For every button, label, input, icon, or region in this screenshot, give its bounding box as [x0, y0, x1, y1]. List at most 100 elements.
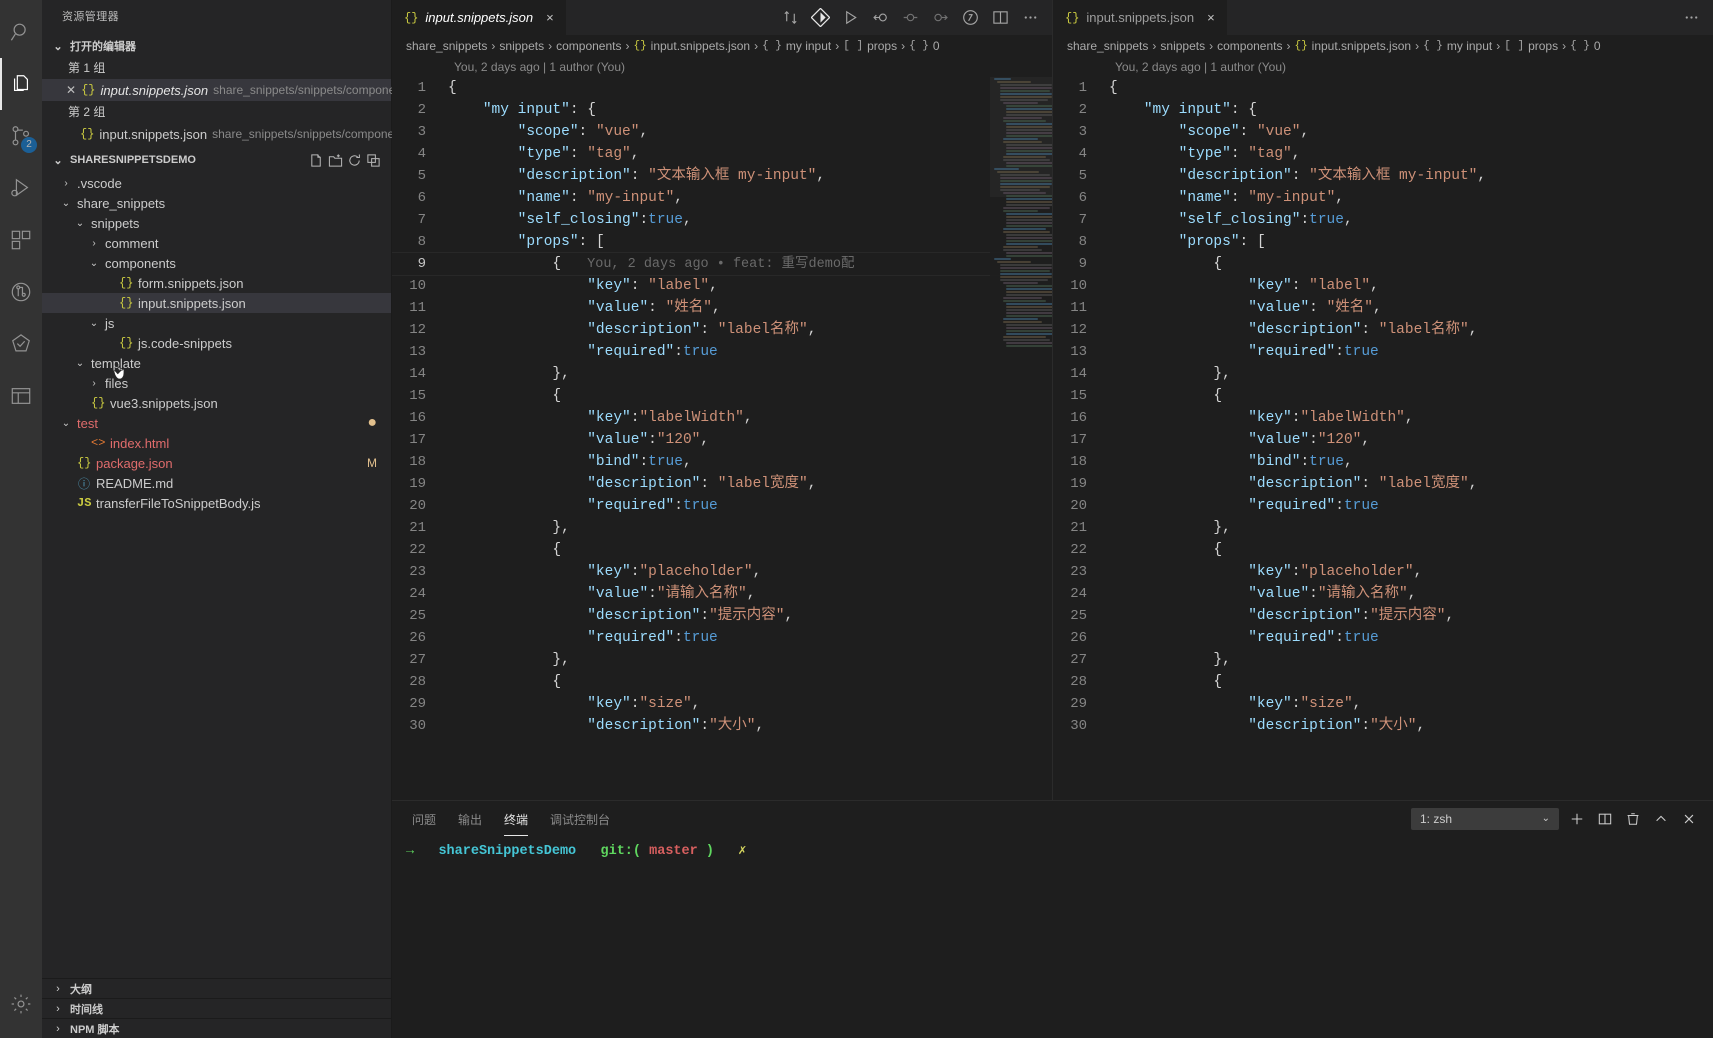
- compare-icon[interactable]: [776, 0, 804, 35]
- code-line[interactable]: 13 "required":true: [392, 341, 1052, 363]
- step-back-icon[interactable]: [866, 0, 894, 35]
- code-line[interactable]: 20 "required":true: [1053, 495, 1713, 517]
- panel-tab-debug-console[interactable]: 调试控制台: [550, 805, 610, 832]
- code-line[interactable]: 2 "my input": {: [1053, 99, 1713, 121]
- split-terminal-icon[interactable]: [1595, 809, 1615, 829]
- code-line[interactable]: 28 {: [1053, 671, 1713, 693]
- code-line[interactable]: 4 "type": "tag",: [1053, 143, 1713, 165]
- activity-git-graph-icon[interactable]: [0, 266, 42, 318]
- code-area-left[interactable]: 1{2 "my input": {3 "scope": "vue", 4 "typ…: [392, 77, 1052, 800]
- breadcrumb-item[interactable]: { } my input: [762, 39, 831, 53]
- new-terminal-icon[interactable]: [1567, 809, 1587, 829]
- code-line[interactable]: 11 "value": "姓名",: [392, 297, 1052, 319]
- new-folder-icon[interactable]: [328, 153, 343, 168]
- tree-item-snippets[interactable]: ⌄ snippets: [42, 213, 391, 233]
- minimap-left[interactable]: [990, 77, 1052, 800]
- open-editors-header[interactable]: ⌄ 打开的编辑器: [42, 35, 391, 57]
- breadcrumb-item[interactable]: [ ] props: [1504, 39, 1558, 53]
- code-line[interactable]: 6 "name": "my-input",: [1053, 187, 1713, 209]
- code-line[interactable]: 22 {: [392, 539, 1052, 561]
- code-line[interactable]: 11 "value": "姓名",: [1053, 297, 1713, 319]
- activity-beaker-icon[interactable]: [0, 318, 42, 370]
- code-line[interactable]: 26 "required":true: [392, 627, 1052, 649]
- code-line[interactable]: 17 "value":"120",: [392, 429, 1052, 451]
- tree-item-test[interactable]: ⌄ test ●: [42, 413, 391, 433]
- code-line[interactable]: 27 },: [1053, 649, 1713, 671]
- outline-panel-header[interactable]: › 大纲: [42, 978, 391, 998]
- code-line[interactable]: 27 },: [392, 649, 1052, 671]
- tab-input-snippets-json[interactable]: {} input.snippets.json ×: [392, 0, 567, 35]
- tree-item-files[interactable]: › files: [42, 373, 391, 393]
- code-line[interactable]: 17 "value":"120",: [1053, 429, 1713, 451]
- breadcrumb-item[interactable]: share_snippets: [1067, 39, 1148, 53]
- code-line[interactable]: 30 "description":"大小",: [392, 715, 1052, 737]
- code-line[interactable]: 25 "description":"提示内容",: [1053, 605, 1713, 627]
- tree-item-js-code-snippets[interactable]: ·{}js.code-snippets: [42, 333, 391, 353]
- tree-item--vscode[interactable]: › .vscode: [42, 173, 391, 193]
- breadcrumb-left[interactable]: share_snippets › snippets › components ›{} inp…: [392, 35, 1052, 57]
- code-line[interactable]: 16 "key":"labelWidth",: [1053, 407, 1713, 429]
- step-over-icon[interactable]: [926, 0, 954, 35]
- breadcrumb-right[interactable]: share_snippets › snippets › components ›{} inp…: [1053, 35, 1713, 57]
- terminal-selector[interactable]: 1: zsh ⌄: [1411, 807, 1559, 830]
- tree-item-readme-md[interactable]: ·ⓘREADME.md: [42, 473, 391, 493]
- code-line[interactable]: 26 "required":true: [1053, 627, 1713, 649]
- code-line[interactable]: 14 },: [1053, 363, 1713, 385]
- code-line[interactable]: 1{: [392, 77, 1052, 99]
- activity-browser-icon[interactable]: [0, 370, 42, 422]
- code-line[interactable]: 18 "bind":true,: [392, 451, 1052, 473]
- panel-tab-output[interactable]: 输出: [458, 805, 482, 832]
- tab-close-icon[interactable]: ×: [1207, 10, 1215, 25]
- code-line[interactable]: 16 "key":"labelWidth",: [392, 407, 1052, 429]
- code-line[interactable]: 8 "props": [: [392, 231, 1052, 253]
- code-line[interactable]: 15 {: [392, 385, 1052, 407]
- panel-tab-terminal[interactable]: 终端: [504, 805, 529, 836]
- refresh-icon[interactable]: [347, 153, 362, 168]
- activity-explorer-icon[interactable]: [0, 58, 42, 110]
- more-actions-icon[interactable]: [1016, 0, 1044, 35]
- open-editor-item[interactable]: ✕ {} input.snippets.json share_snippets/…: [42, 79, 411, 101]
- breadcrumb-item[interactable]: components: [556, 39, 621, 53]
- open-editor-item[interactable]: {} input.snippets.json share_snippets/sn…: [42, 123, 410, 145]
- code-line[interactable]: 22 {: [1053, 539, 1713, 561]
- close-panel-icon[interactable]: [1679, 809, 1699, 829]
- activity-search-icon[interactable]: [0, 6, 42, 58]
- code-line[interactable]: 12 "description": "label名称",: [1053, 319, 1713, 341]
- close-icon[interactable]: ✕: [66, 83, 76, 97]
- activity-settings-gear-icon[interactable]: [0, 978, 42, 1030]
- code-line[interactable]: 12 "description": "label名称",: [392, 319, 1052, 341]
- code-line[interactable]: 20 "required":true: [392, 495, 1052, 517]
- tab-close-icon[interactable]: ×: [546, 10, 554, 25]
- code-line[interactable]: 3 "scope": "vue",: [1053, 121, 1713, 143]
- more-actions-icon[interactable]: [1677, 0, 1705, 35]
- tree-item-js[interactable]: ⌄ js: [42, 313, 391, 333]
- activity-source-control-icon[interactable]: 2: [0, 110, 42, 162]
- breadcrumb-item[interactable]: { } my input: [1423, 39, 1492, 53]
- breadcrumb-item[interactable]: [ ] props: [843, 39, 897, 53]
- code-line[interactable]: 24 "value":"请输入名称",: [392, 583, 1052, 605]
- code-line[interactable]: 14 },: [392, 363, 1052, 385]
- tree-item-vue3-snippets-json[interactable]: ·{}vue3.snippets.json: [42, 393, 391, 413]
- code-line[interactable]: 3 "scope": "vue",: [392, 121, 1052, 143]
- code-line[interactable]: 8 "props": [: [1053, 231, 1713, 253]
- project-header[interactable]: ⌄ SHARESNIPPETSDEMO: [42, 149, 391, 171]
- npm-scripts-panel-header[interactable]: › NPM 脚本: [42, 1018, 391, 1038]
- code-line[interactable]: 25 "description":"提示内容",: [392, 605, 1052, 627]
- breakpoint-icon[interactable]: [896, 0, 924, 35]
- code-line[interactable]: 19 "description": "label宽度",: [1053, 473, 1713, 495]
- kill-terminal-icon[interactable]: [1623, 809, 1643, 829]
- breadcrumb-item[interactable]: snippets: [499, 39, 544, 53]
- code-line[interactable]: 1{: [1053, 77, 1713, 99]
- code-line[interactable]: 7 "self_closing":true,: [1053, 209, 1713, 231]
- breadcrumb-item[interactable]: share_snippets: [406, 39, 487, 53]
- timeline-panel-header[interactable]: › 时间线: [42, 998, 391, 1018]
- tree-item-transferfiletosnippetbody-js[interactable]: ·JStransferFileToSnippetBody.js: [42, 493, 391, 513]
- activity-run-debug-icon[interactable]: [0, 162, 42, 214]
- collapse-all-icon[interactable]: [366, 153, 381, 168]
- breadcrumb-item[interactable]: components: [1217, 39, 1282, 53]
- code-line[interactable]: 24 "value":"请输入名称",: [1053, 583, 1713, 605]
- code-line[interactable]: 2 "my input": {: [392, 99, 1052, 121]
- code-line[interactable]: 29 "key":"size",: [392, 693, 1052, 715]
- run-icon[interactable]: [836, 0, 864, 35]
- tree-item-share-snippets[interactable]: ⌄ share_snippets: [42, 193, 391, 213]
